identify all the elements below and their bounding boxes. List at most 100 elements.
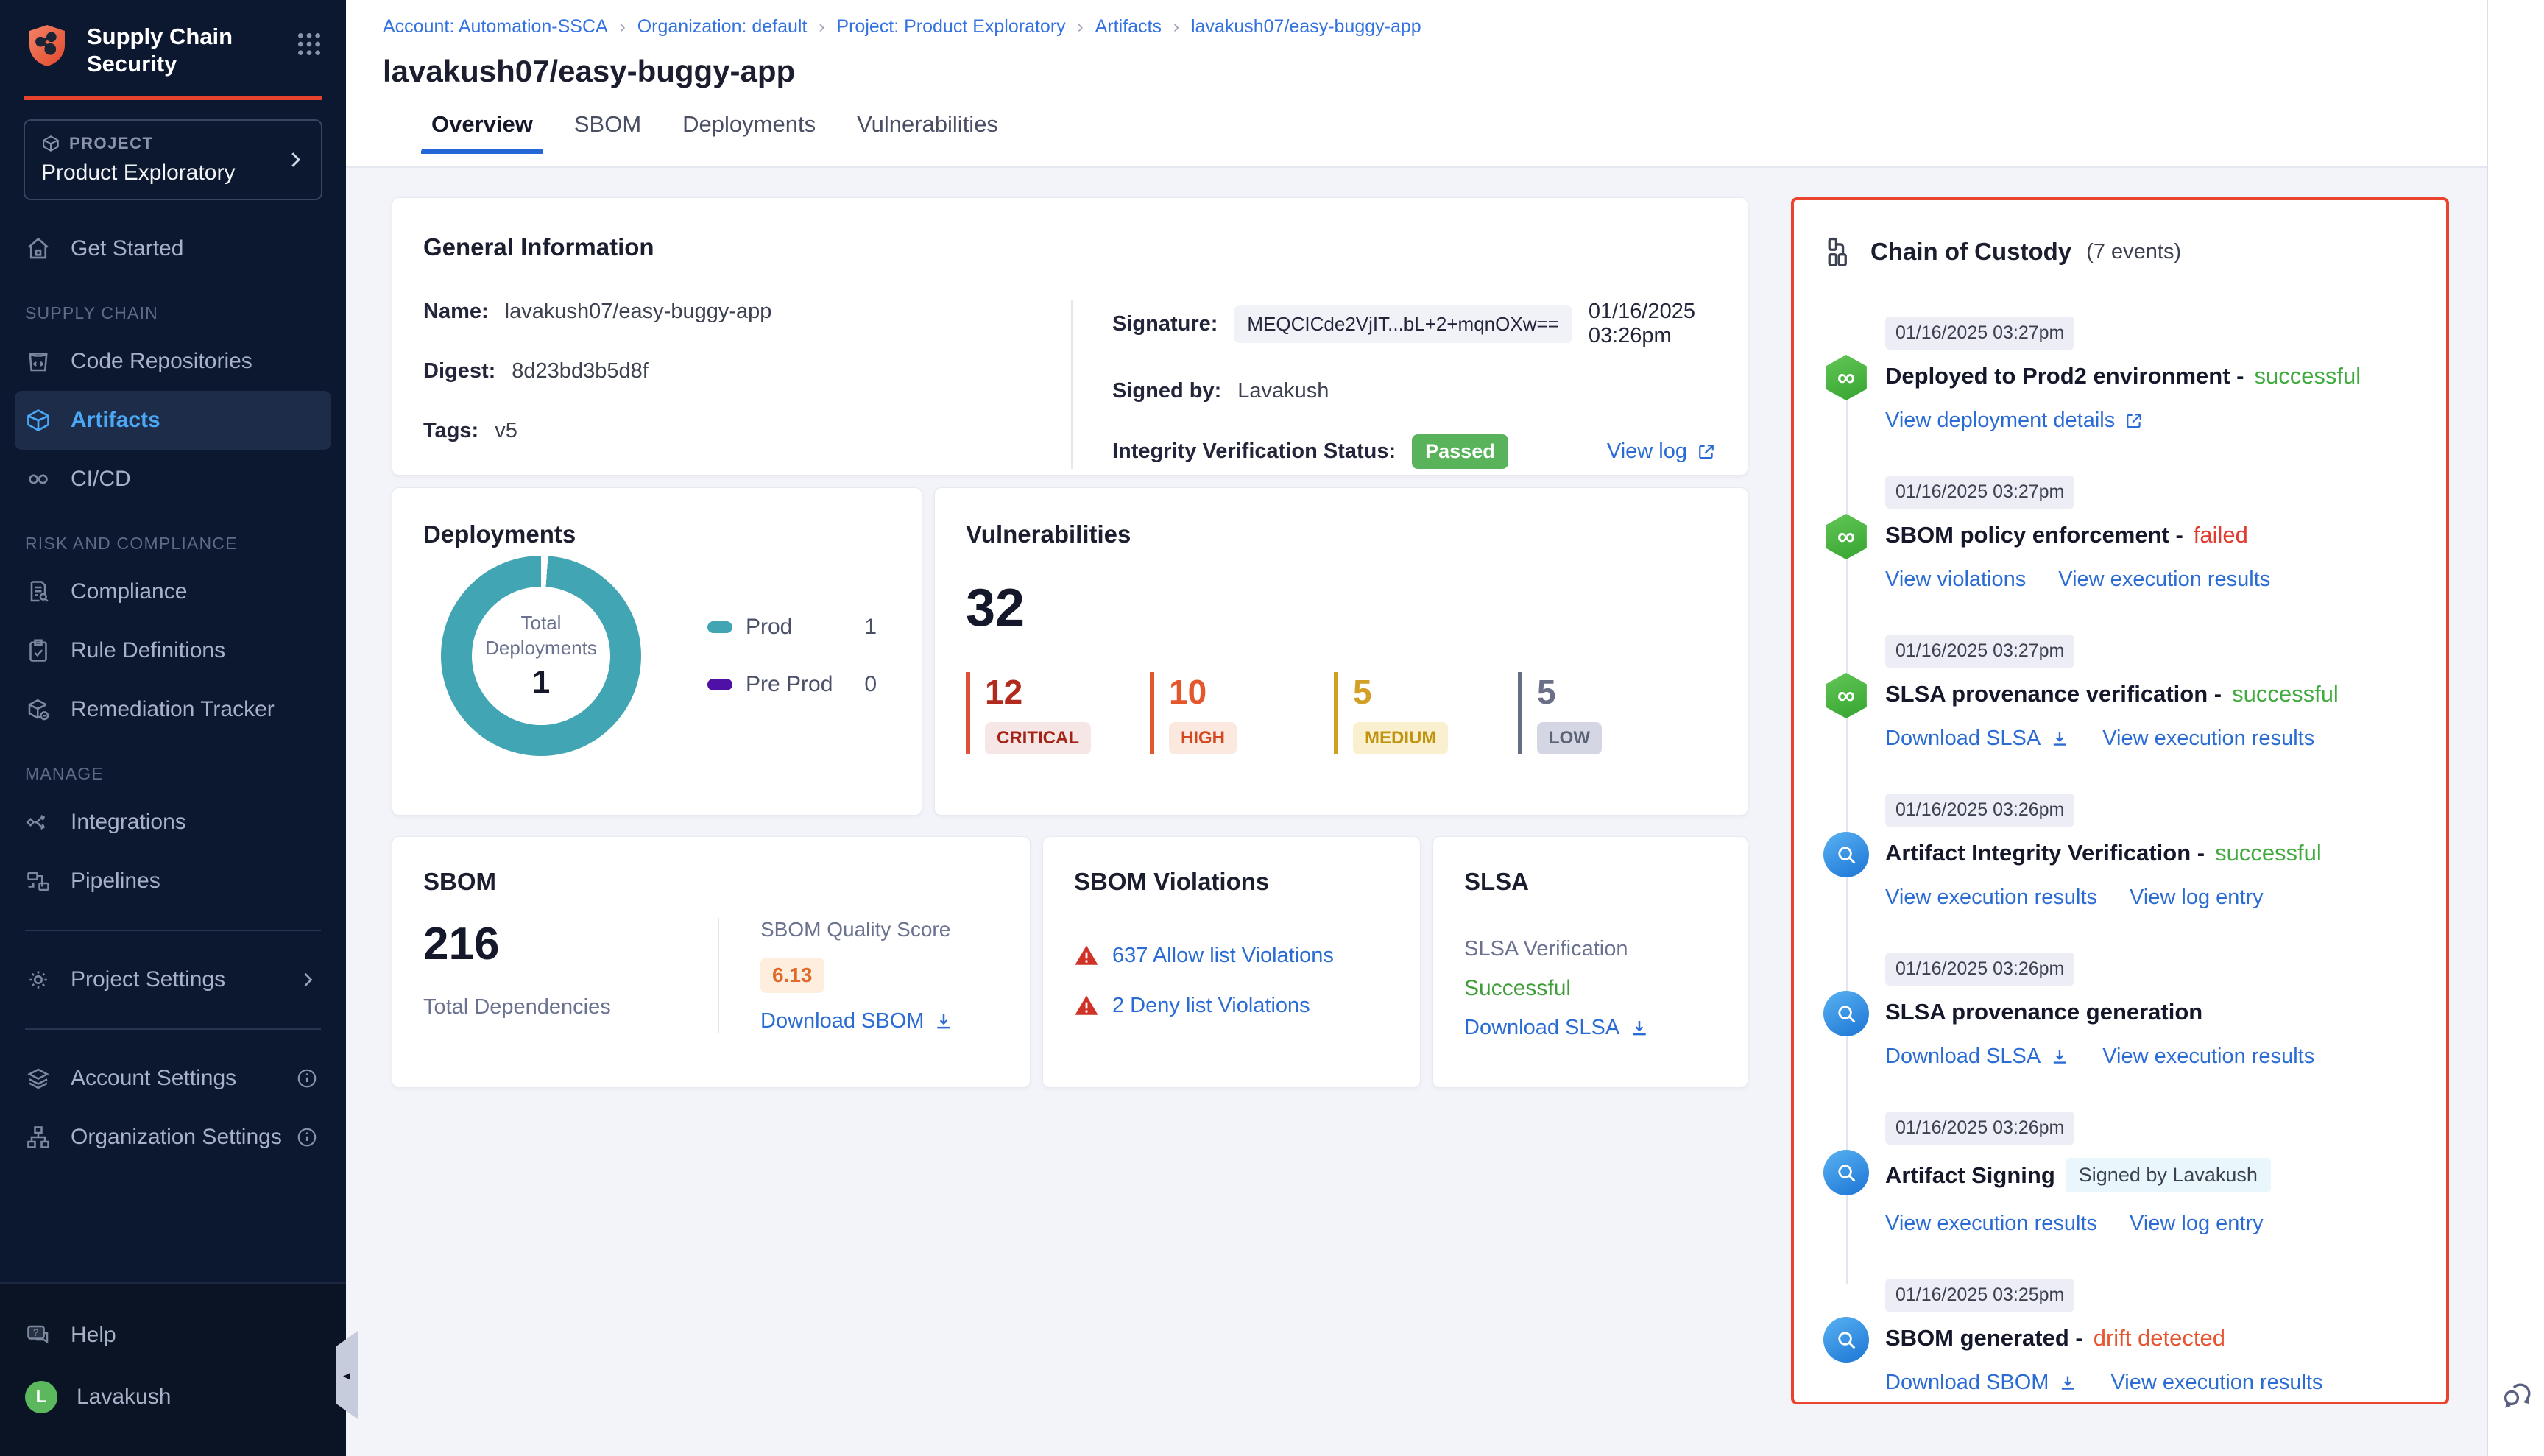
view-execution-results-link[interactable]: View execution results (1885, 886, 2097, 910)
event-timestamp: 01/16/2025 03:27pm (1885, 317, 2074, 350)
tags-label: Tags: (423, 419, 478, 443)
sidebar-item-label: Help (71, 1323, 116, 1348)
severity-low: 5 LOW (1518, 672, 1702, 754)
download-icon (1628, 1017, 1650, 1039)
breadcrumb-organization[interactable]: Organization: default (637, 16, 808, 38)
breadcrumb-artifacts[interactable]: Artifacts (1095, 16, 1162, 38)
sidebar-item-label: Code Repositories (71, 349, 252, 374)
chain-event-count: (7 events) (2086, 240, 2181, 264)
digest-label: Digest: (423, 359, 495, 384)
sidebar-item-compliance[interactable]: Compliance (15, 562, 331, 621)
external-link-icon (2124, 411, 2144, 431)
view-execution-results-link[interactable]: View execution results (2102, 727, 2314, 751)
download-sbom-link[interactable]: Download SBOM (1885, 1371, 2078, 1395)
deny-list-violations-link[interactable]: 2 Deny list Violations (1112, 994, 1310, 1018)
critical-count: 12 (985, 672, 1150, 712)
app-switcher-grid-icon[interactable] (294, 29, 324, 59)
project-selector[interactable]: PROJECT Product Exploratory (24, 119, 322, 200)
tab-overview[interactable]: Overview (431, 111, 533, 154)
signed-by-value: Lavakush (1237, 379, 1329, 403)
sidebar-item-user[interactable]: L Lavakush (15, 1365, 331, 1430)
main-area: Account: Automation-SSCA › Organization:… (346, 0, 2487, 1456)
sidebar-divider (25, 1028, 321, 1030)
link-label: Download SLSA (1885, 1045, 2041, 1069)
vulnerabilities-card: Vulnerabilities 32 12 CRITICAL 10 HIGH (934, 487, 1748, 816)
cube-icon (41, 134, 60, 153)
view-violations-link[interactable]: View violations (1885, 568, 2026, 592)
tab-vulnerabilities[interactable]: Vulnerabilities (857, 111, 998, 154)
high-badge: HIGH (1169, 722, 1237, 754)
sidebar-item-project-settings[interactable]: Project Settings (15, 950, 331, 1009)
view-execution-results-link[interactable]: View execution results (2110, 1371, 2322, 1395)
event-title: Artifact Signing (1885, 1162, 2055, 1189)
scan-search-icon (1823, 1317, 1869, 1363)
download-slsa-link[interactable]: Download SLSA (1885, 1045, 2070, 1069)
sidebar-item-get-started[interactable]: Get Started (15, 219, 331, 278)
sidebar-item-remediation-tracker[interactable]: Remediation Tracker (15, 680, 331, 739)
medium-count: 5 (1353, 672, 1518, 712)
download-icon (2049, 729, 2070, 749)
sidebar-section-manage: MANAGE (15, 739, 331, 793)
breadcrumb-current[interactable]: lavakush07/easy-buggy-app (1191, 16, 1421, 38)
sidebar-item-artifacts[interactable]: Artifacts (15, 391, 331, 450)
tab-deployments[interactable]: Deployments (682, 111, 816, 154)
high-count: 10 (1169, 672, 1334, 712)
sbom-violations-card: SBOM Violations 637 Allow list Violation… (1042, 836, 1421, 1088)
severity-high: 10 HIGH (1150, 672, 1334, 754)
sidebar-item-code-repositories[interactable]: Code Repositories (15, 332, 331, 391)
project-selector-label: PROJECT (69, 134, 153, 153)
download-slsa-link[interactable]: Download SLSA (1464, 1016, 1717, 1040)
sidebar-item-help[interactable]: ? Help (15, 1306, 331, 1365)
vertical-divider (1071, 300, 1073, 469)
view-deployment-details-link[interactable]: View deployment details (1885, 409, 2144, 433)
chain-event-slsa-verification: ∞ 01/16/2025 03:27pm SLSA provenance ver… (1823, 635, 2417, 751)
event-title: Deployed to Prod2 environment - (1885, 363, 2244, 389)
support-chat-icon[interactable] (2500, 1378, 2535, 1413)
deployments-legend: Prod 1 Pre Prod 0 (707, 615, 877, 697)
integrity-status-label: Integrity Verification Status: (1112, 439, 1396, 464)
view-log-entry-link[interactable]: View log entry (2130, 886, 2264, 910)
breadcrumb: Account: Automation-SSCA › Organization:… (383, 16, 2457, 38)
sidebar-item-cicd[interactable]: CI/CD (15, 450, 331, 509)
view-log-entry-link[interactable]: View log entry (2130, 1212, 2264, 1236)
sidebar-item-rule-definitions[interactable]: Rule Definitions (15, 621, 331, 680)
view-execution-results-link[interactable]: View execution results (2102, 1045, 2314, 1069)
sidebar-item-integrations[interactable]: Integrations (15, 793, 331, 852)
page-title: lavakush07/easy-buggy-app (383, 54, 2457, 89)
chevron-right-icon (297, 969, 318, 990)
breadcrumb-account[interactable]: Account: Automation-SSCA (383, 16, 608, 38)
general-information-title: General Information (423, 233, 1717, 261)
low-badge: LOW (1537, 722, 1602, 754)
signature-value-chip[interactable]: MEQCICde2VjIT...bL+2+mqnOXw== (1234, 305, 1572, 343)
event-timestamp: 01/16/2025 03:26pm (1885, 794, 2074, 827)
download-slsa-link[interactable]: Download SLSA (1885, 727, 2070, 751)
content-area: General Information Name:lavakush07/easy… (346, 168, 2487, 1456)
breadcrumb-separator: › (620, 17, 626, 38)
sidebar-item-account-settings[interactable]: Account Settings (15, 1049, 331, 1108)
allow-list-violations-row: 637 Allow list Violations (1074, 943, 1389, 968)
severity-critical: 12 CRITICAL (966, 672, 1150, 754)
sidebar-item-pipelines[interactable]: Pipelines (15, 852, 331, 911)
warning-triangle-icon (1074, 993, 1099, 1018)
svg-text:?: ? (33, 1327, 39, 1338)
chevron-right-icon (284, 149, 306, 171)
gear-icon (25, 966, 52, 993)
pipeline-infinity-icon: ∞ (1823, 355, 1869, 400)
sidebar-item-organization-settings[interactable]: Organization Settings (15, 1108, 331, 1167)
view-log-link[interactable]: View log (1607, 439, 1717, 464)
sbom-quality-score-value: 6.13 (760, 958, 824, 993)
supply-chain-security-logo-icon (24, 22, 71, 69)
severity-medium: 5 MEDIUM (1334, 672, 1518, 754)
chain-of-custody-panel: Chain of Custody (7 events) ∞ 01/16/2025… (1791, 197, 2449, 1404)
legend-label: Prod (746, 615, 792, 640)
allow-list-violations-link[interactable]: 637 Allow list Violations (1112, 944, 1334, 968)
tab-sbom[interactable]: SBOM (574, 111, 641, 154)
avatar: L (25, 1381, 57, 1413)
view-execution-results-link[interactable]: View execution results (2058, 568, 2270, 592)
breadcrumb-project[interactable]: Project: Product Exploratory (836, 16, 1065, 38)
tags-value: v5 (495, 419, 517, 443)
download-sbom-link[interactable]: Download SBOM (760, 1009, 955, 1033)
sidebar-item-label: Account Settings (71, 1066, 236, 1091)
sidebar-item-label: Integrations (71, 810, 186, 835)
view-execution-results-link[interactable]: View execution results (1885, 1212, 2097, 1236)
